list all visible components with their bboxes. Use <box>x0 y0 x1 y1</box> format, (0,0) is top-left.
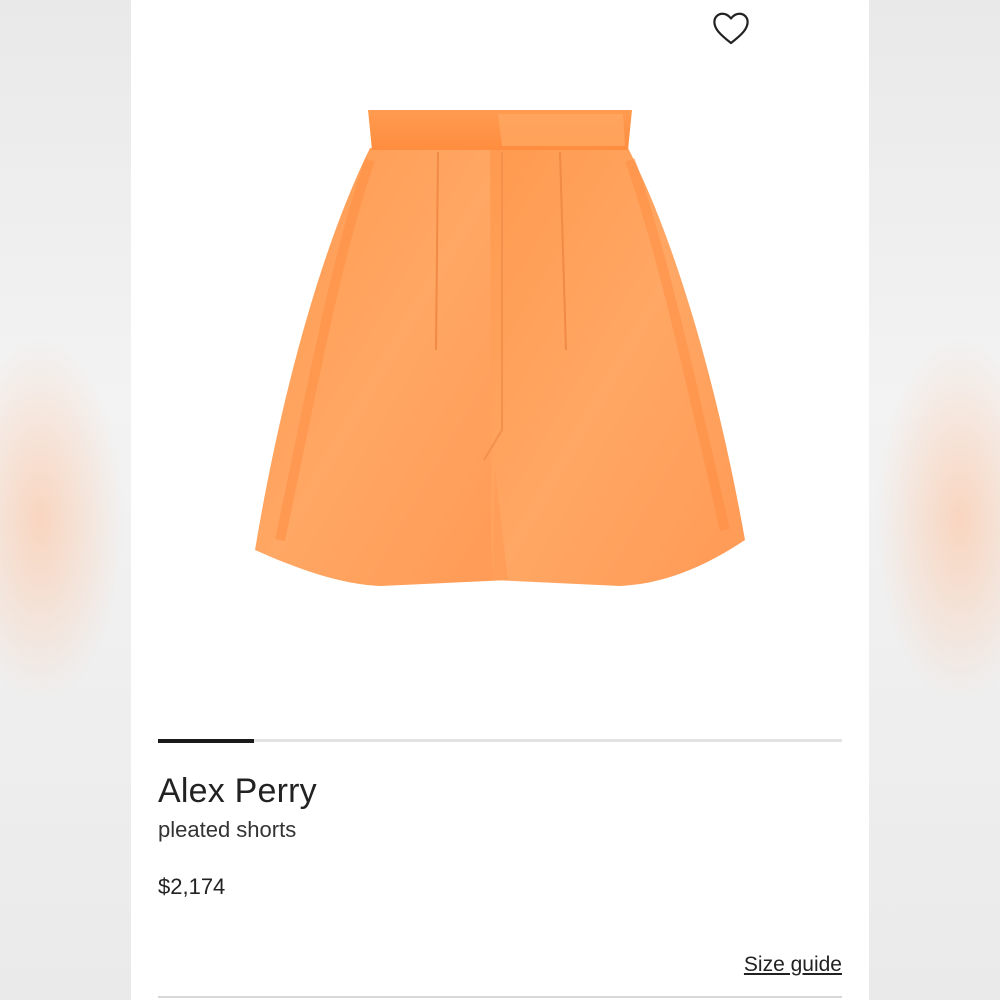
heart-outline-icon[interactable] <box>712 10 750 46</box>
product-name: pleated shorts <box>158 817 297 842</box>
shorts-illustration <box>255 110 745 586</box>
product-price: $2,174 <box>158 874 226 899</box>
product-image[interactable] <box>240 100 760 600</box>
size-guide-link[interactable]: Size guide <box>744 953 842 977</box>
divider <box>158 996 842 998</box>
image-carousel-indicator[interactable] <box>158 738 842 743</box>
product-brand: Alex Perry <box>158 772 317 810</box>
carousel-active-segment <box>158 738 254 743</box>
